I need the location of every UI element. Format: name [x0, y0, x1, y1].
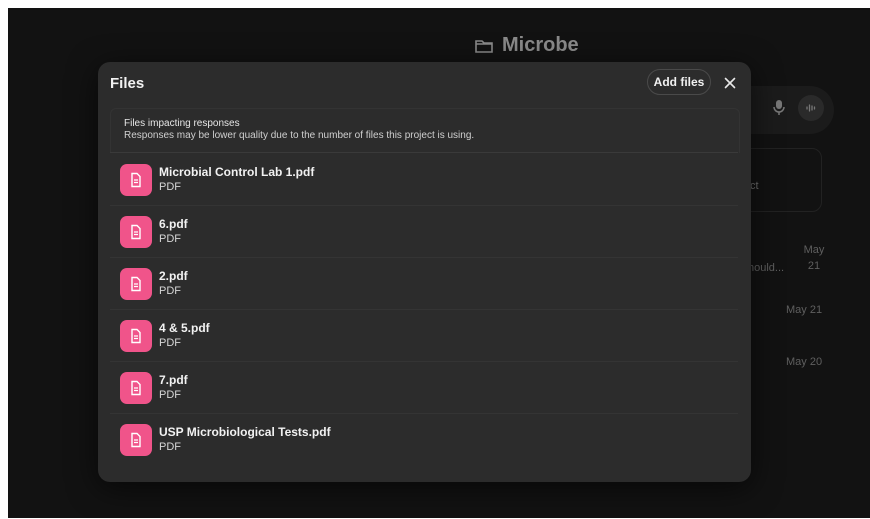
chat-date: May 21 — [786, 304, 823, 316]
file-type: PDF — [159, 233, 181, 245]
file-item[interactable]: 4 & 5.pdf PDF — [110, 310, 738, 362]
add-files-button[interactable]: Add files — [647, 69, 711, 95]
file-name: 6.pdf — [159, 217, 188, 231]
notice-title: Files impacting responses — [124, 118, 240, 129]
document-icon — [120, 320, 152, 352]
file-type: PDF — [159, 441, 181, 453]
notice-body: Responses may be lower quality due to th… — [124, 130, 475, 141]
chat-date: May 20 — [786, 356, 823, 368]
files-warning-notice: Files impacting responses Responses may … — [110, 108, 740, 153]
folder-icon — [475, 39, 493, 53]
instructions-card-text: ct — [750, 180, 759, 192]
file-name: Microbial Control Lab 1.pdf — [159, 165, 315, 179]
close-icon[interactable] — [724, 77, 736, 89]
file-item[interactable]: Microbial Control Lab 1.pdf PDF — [110, 154, 738, 206]
file-type: PDF — [159, 285, 181, 297]
file-item[interactable]: 2.pdf PDF — [110, 258, 738, 310]
voice-mode-button — [798, 95, 824, 121]
document-icon — [120, 164, 152, 196]
file-type: PDF — [159, 181, 181, 193]
file-list: Microbial Control Lab 1.pdf PDF 6.pdf PD… — [110, 154, 738, 465]
app-screen: Microbe ct hould... May 21 May 21 May 20… — [8, 8, 870, 518]
divider — [110, 152, 738, 153]
file-name: 4 & 5.pdf — [159, 321, 210, 335]
file-item[interactable]: 6.pdf PDF — [110, 206, 738, 258]
document-icon — [120, 268, 152, 300]
document-icon — [120, 424, 152, 456]
chat-date: May 21 — [803, 244, 825, 272]
chat-snippet: hould... — [748, 262, 785, 274]
modal-title: Files — [110, 75, 145, 92]
file-name: 2.pdf — [159, 269, 188, 283]
files-modal: Files Add files Files impacting response… — [98, 62, 751, 482]
file-item[interactable]: 7.pdf PDF — [110, 362, 738, 414]
file-type: PDF — [159, 389, 181, 401]
document-icon — [120, 216, 152, 248]
file-name: USP Microbiological Tests.pdf — [159, 425, 331, 439]
file-item[interactable]: USP Microbiological Tests.pdf PDF — [110, 414, 738, 465]
file-name: 7.pdf — [159, 373, 188, 387]
document-icon — [120, 372, 152, 404]
microphone-icon — [773, 100, 785, 115]
project-title: Microbe — [474, 34, 579, 57]
project-title-text: Microbe — [502, 34, 579, 56]
voice-waveform-icon — [806, 104, 816, 112]
file-type: PDF — [159, 337, 181, 349]
